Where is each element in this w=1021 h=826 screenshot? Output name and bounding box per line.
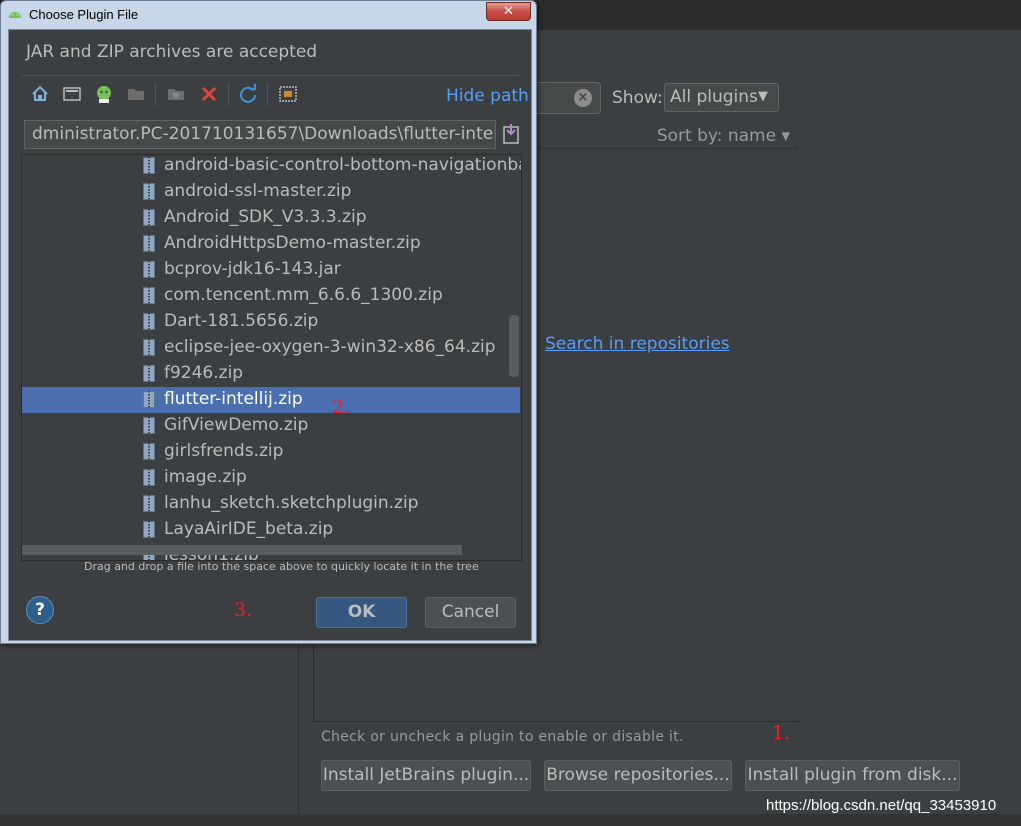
archive-file-icon xyxy=(143,469,155,486)
annotation-step-2: 2. xyxy=(332,396,351,418)
vertical-scrollbar[interactable] xyxy=(509,315,519,377)
file-tree-row[interactable]: lanhu_sketch.sketchplugin.zip xyxy=(22,491,520,517)
file-tree-row[interactable]: flutter-intellij.zip xyxy=(22,387,520,413)
choose-plugin-file-dialog: Choose Plugin File ✕ JAR and ZIP archive… xyxy=(0,0,537,644)
archive-file-icon xyxy=(143,313,155,330)
show-label: Show: xyxy=(612,88,663,108)
file-name: Android_SDK_V3.3.3.zip xyxy=(164,207,367,227)
dialog-titlebar[interactable]: Choose Plugin File ✕ xyxy=(1,1,536,29)
install-jetbrains-plugin-button[interactable]: Install JetBrains plugin... xyxy=(321,760,531,791)
install-plugin-from-disk-button[interactable]: Install plugin from disk... xyxy=(745,760,960,791)
file-tree-row[interactable]: Dart-181.5656.zip xyxy=(22,309,520,335)
file-name: bcprov-jdk16-143.jar xyxy=(164,259,341,279)
path-input[interactable]: dministrator.PC-201710131657\Downloads\f… xyxy=(24,120,496,149)
help-icon[interactable]: ? xyxy=(26,596,54,624)
file-tree-row[interactable]: f9246.zip xyxy=(22,361,520,387)
annotation-step-3: 3. xyxy=(234,599,253,621)
file-name: girlsfrends.zip xyxy=(164,441,284,461)
ok-button[interactable]: OK xyxy=(316,597,407,628)
file-name: com.tencent.mm_6.6.6_1300.zip xyxy=(164,285,443,305)
archive-file-icon xyxy=(143,443,155,460)
home-icon[interactable] xyxy=(29,83,51,105)
archive-file-icon xyxy=(143,521,155,538)
archive-file-icon xyxy=(143,417,155,434)
file-name: lanhu_sketch.sketchplugin.zip xyxy=(164,493,419,513)
archive-file-icon xyxy=(143,261,155,278)
cancel-button[interactable]: Cancel xyxy=(425,597,516,628)
file-name: android-ssl-master.zip xyxy=(164,181,352,201)
folder-icon[interactable] xyxy=(125,83,147,105)
hide-path-link[interactable]: Hide path xyxy=(446,86,529,106)
show-filter-value: All plugins xyxy=(670,87,758,107)
file-tree-row[interactable]: girlsfrends.zip xyxy=(22,439,520,465)
browse-path-icon[interactable] xyxy=(502,123,520,145)
file-tree-row[interactable]: LayaAirIDE_beta.zip xyxy=(22,517,520,543)
archive-file-icon xyxy=(143,157,155,174)
archive-file-icon xyxy=(143,287,155,304)
android-icon xyxy=(9,12,21,18)
archive-file-icon xyxy=(143,391,155,408)
watermark: https://blog.csdn.net/qq_33453910 xyxy=(766,797,997,814)
delete-icon[interactable] xyxy=(198,83,220,105)
plugin-hint-text: Check or uncheck a plugin to enable or d… xyxy=(321,729,684,745)
file-tree-row[interactable]: GifViewDemo.zip xyxy=(22,413,520,439)
clear-search-icon[interactable]: × xyxy=(574,89,592,107)
file-tree-row[interactable]: bcprov-jdk16-143.jar xyxy=(22,257,520,283)
status-bar xyxy=(0,814,1021,826)
file-tree-row[interactable]: AndroidHttpsDemo-master.zip xyxy=(22,231,520,257)
archive-file-icon xyxy=(143,183,155,200)
show-hidden-icon[interactable] xyxy=(277,83,299,105)
file-tree[interactable]: android-basic-control-bottom-navigationb… xyxy=(21,154,522,561)
new-folder-icon[interactable] xyxy=(165,83,187,105)
file-name: image.zip xyxy=(164,467,247,487)
plugin-detail-panel xyxy=(799,124,1021,720)
toolbar-separator xyxy=(228,83,229,105)
refresh-icon[interactable] xyxy=(237,83,259,105)
close-button[interactable]: ✕ xyxy=(486,2,531,21)
accepted-formats-text: JAR and ZIP archives are accepted xyxy=(26,42,318,62)
file-name: android-basic-control-bottom-navigationb… xyxy=(164,155,522,175)
archive-file-icon xyxy=(143,209,155,226)
archive-file-icon xyxy=(143,235,155,252)
file-name: flutter-intellij.zip xyxy=(164,389,303,409)
drag-drop-hint: Drag and drop a file into the space abov… xyxy=(84,560,479,573)
horizontal-scrollbar[interactable] xyxy=(22,545,462,555)
file-name: LayaAirIDE_beta.zip xyxy=(164,519,334,539)
toolbar-separator xyxy=(267,83,268,105)
sort-header: Sort by: name ▾ xyxy=(530,124,798,149)
file-name: eclipse-jee-oxygen-3-win32-x86_64.zip xyxy=(164,337,496,357)
file-name: Dart-181.5656.zip xyxy=(164,311,319,331)
archive-file-icon xyxy=(143,495,155,512)
file-tree-row[interactable]: image.zip xyxy=(22,465,520,491)
file-tree-row[interactable]: eclipse-jee-oxygen-3-win32-x86_64.zip xyxy=(22,335,520,361)
file-name: GifViewDemo.zip xyxy=(164,415,309,435)
file-name: AndroidHttpsDemo-master.zip xyxy=(164,233,421,253)
archive-file-icon xyxy=(143,339,155,356)
toolbar-separator xyxy=(155,83,156,105)
file-tree-row[interactable]: android-ssl-master.zip xyxy=(22,179,520,205)
search-in-repositories-link[interactable]: Search in repositories xyxy=(545,334,730,354)
archive-file-icon xyxy=(143,365,155,382)
file-tree-row[interactable]: Android_SDK_V3.3.3.zip xyxy=(22,205,520,231)
sort-by-dropdown[interactable]: Sort by: name ▾ xyxy=(657,126,790,146)
browse-repositories-button[interactable]: Browse repositories... xyxy=(544,760,732,791)
divider xyxy=(22,75,519,76)
file-tree-row[interactable]: android-basic-control-bottom-navigationb… xyxy=(22,155,522,179)
dialog-title: Choose Plugin File xyxy=(29,7,139,22)
dialog-body: JAR and ZIP archives are accepted Hide p… xyxy=(8,29,532,641)
annotation-step-1: 1. xyxy=(772,722,791,744)
chevron-down-icon: ▼ xyxy=(758,89,768,104)
show-filter-select[interactable]: All plugins ▼ xyxy=(664,83,779,112)
android-project-icon[interactable] xyxy=(93,83,115,105)
desktop-icon[interactable] xyxy=(61,83,83,105)
file-name: f9246.zip xyxy=(164,363,244,383)
file-tree-row[interactable]: com.tencent.mm_6.6.6_1300.zip xyxy=(22,283,520,309)
